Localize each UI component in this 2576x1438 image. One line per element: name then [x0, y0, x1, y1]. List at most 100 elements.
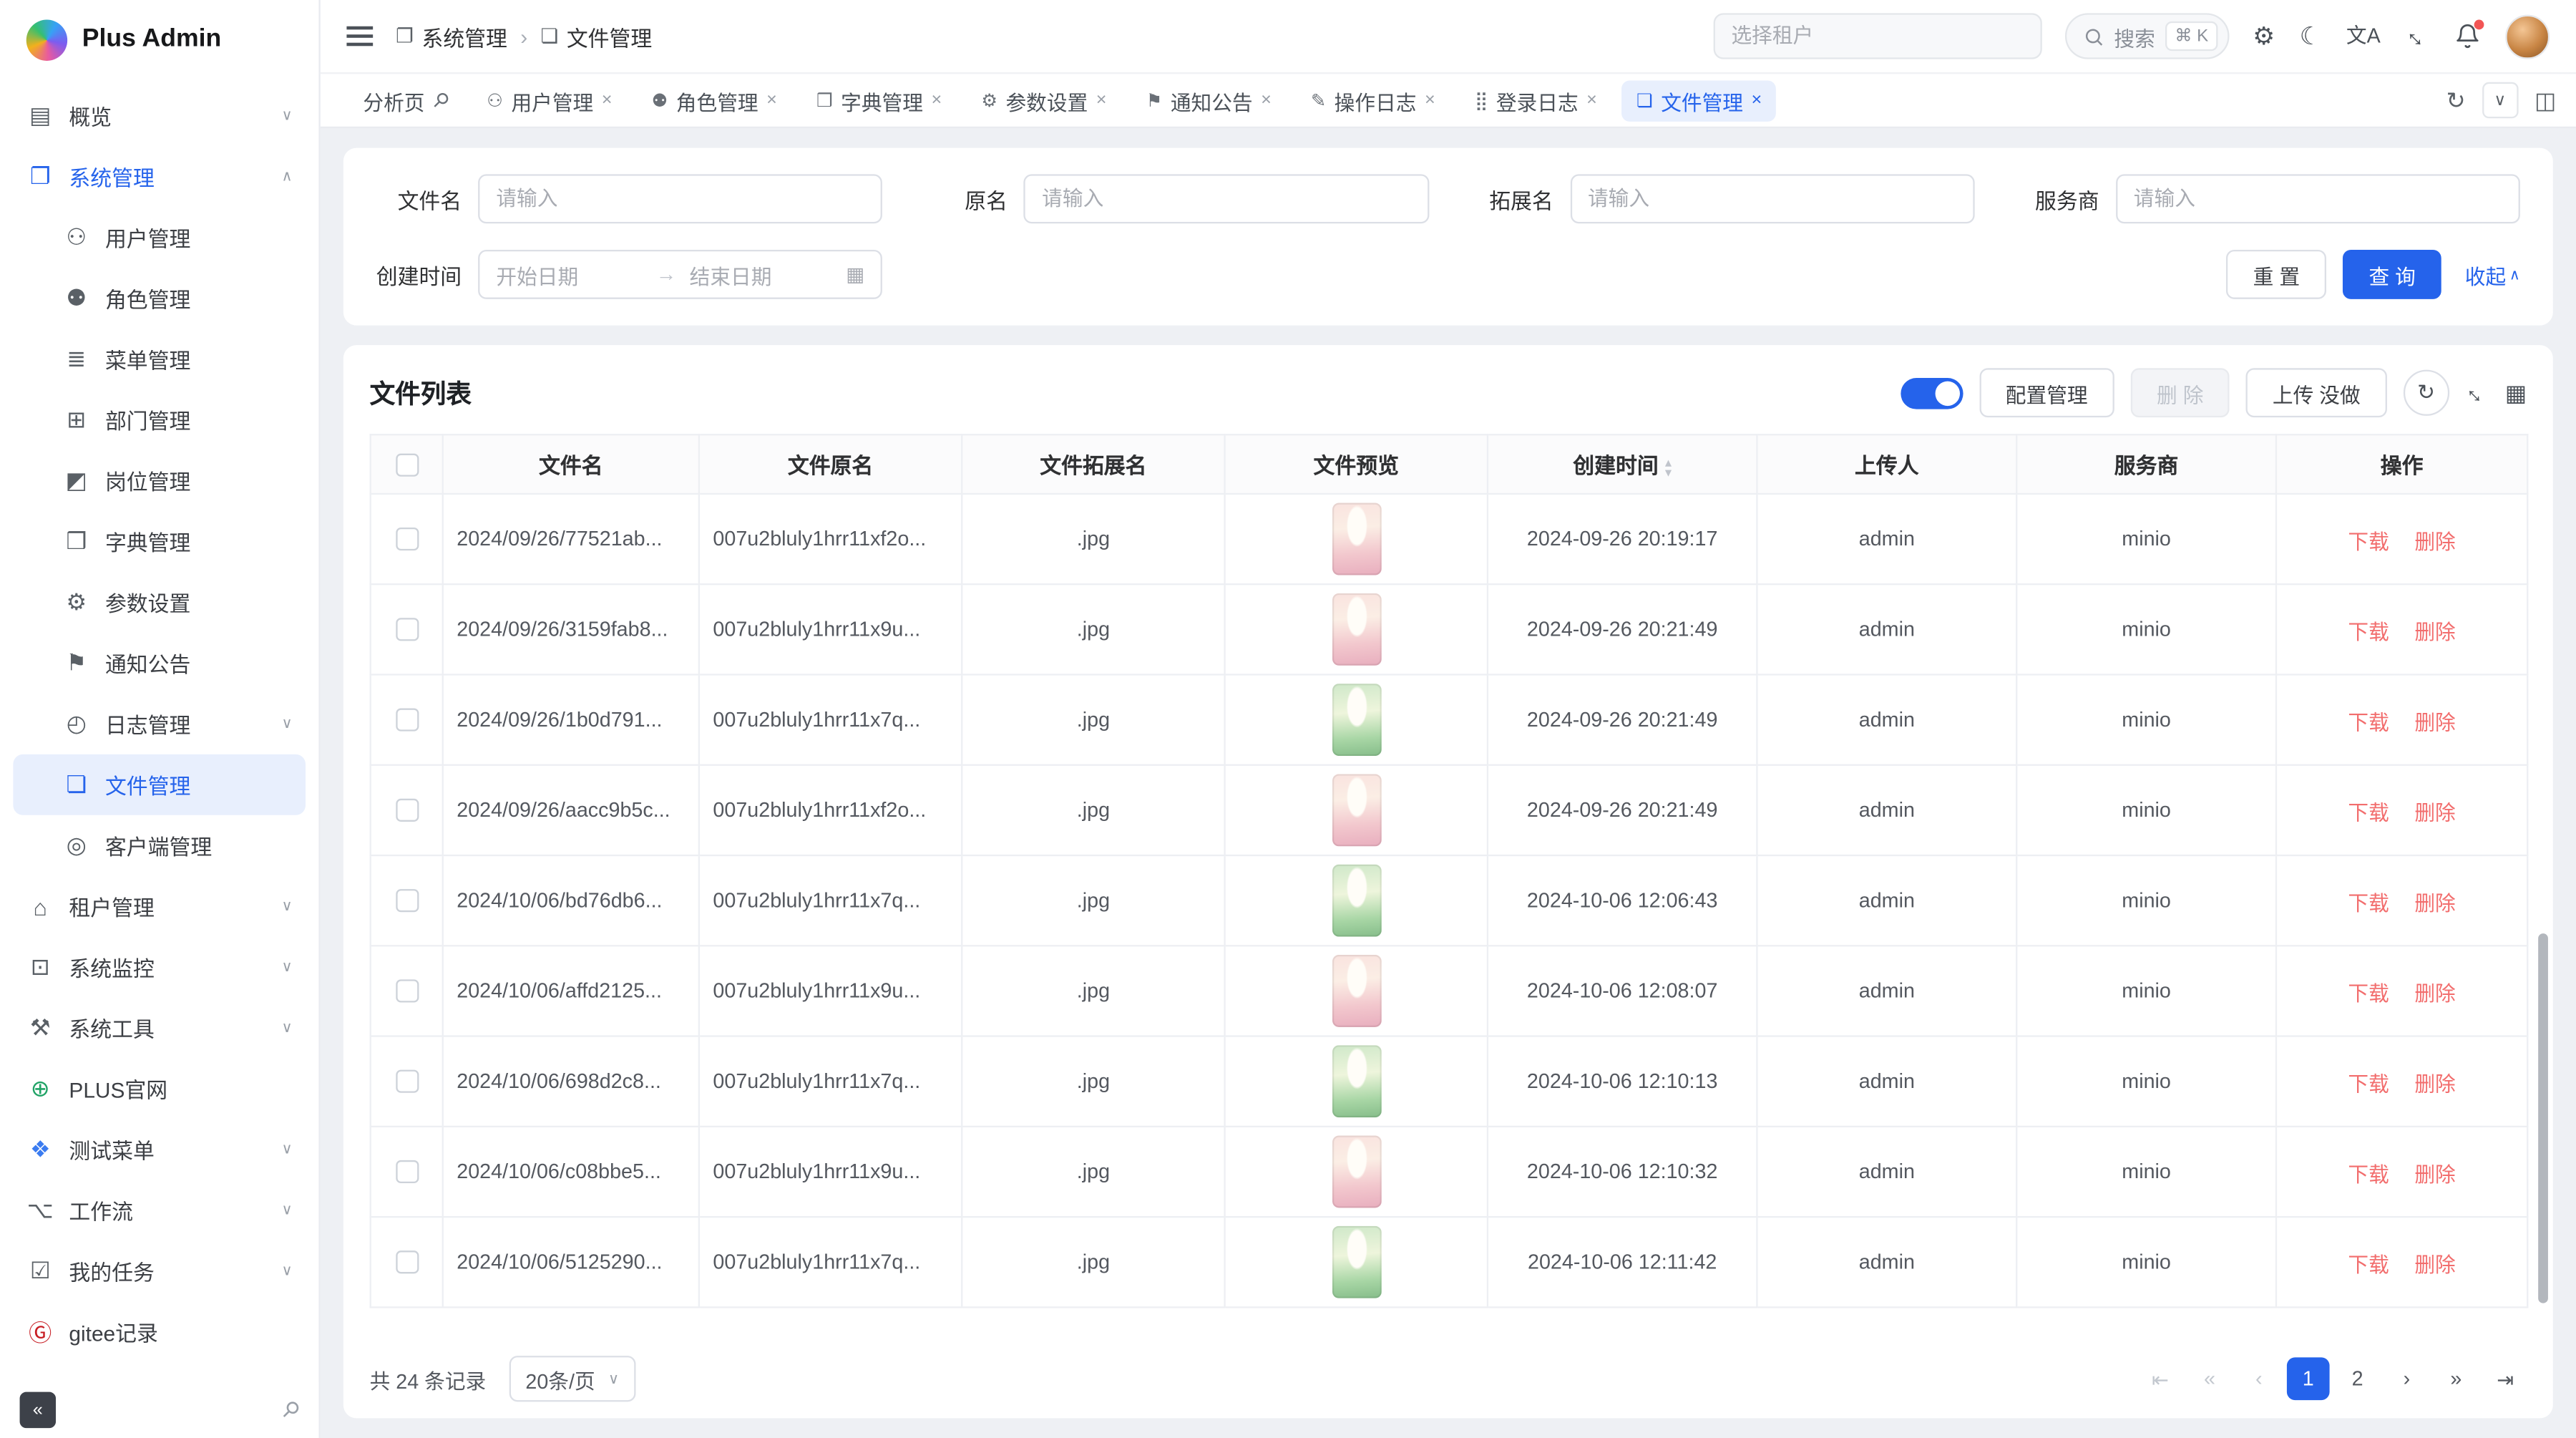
refresh-icon[interactable]: ↻: [2446, 87, 2466, 115]
delete-link[interactable]: 删除: [2414, 801, 2455, 824]
next-group-button[interactable]: »: [2435, 1357, 2478, 1400]
translate-icon[interactable]: 文A: [2346, 26, 2381, 47]
sidebar-item[interactable]: ⚙ 参数设置: [13, 572, 306, 633]
row-checkbox[interactable]: [395, 528, 418, 551]
row-checkbox[interactable]: [395, 709, 418, 732]
sidebar-item[interactable]: ❐ 系统管理 ∧: [13, 146, 306, 207]
select-all-checkbox[interactable]: [395, 454, 418, 477]
row-checkbox[interactable]: [395, 1070, 418, 1093]
download-link[interactable]: 下载: [2348, 1253, 2389, 1276]
delete-button[interactable]: 删 除: [2130, 368, 2230, 417]
dark-mode-moon-icon[interactable]: ☾: [2300, 24, 2322, 48]
global-search-button[interactable]: 搜索 ⌘ K: [2065, 13, 2230, 59]
prev-page-button[interactable]: ‹: [2238, 1357, 2280, 1400]
tab[interactable]: ❏ 文件管理 ⚲ ×: [1621, 79, 1777, 120]
file-preview-thumbnail[interactable]: [1332, 1045, 1381, 1117]
sidebar-item[interactable]: ❏ 文件管理: [13, 754, 306, 815]
sidebar-item[interactable]: ❖ 测试菜单 ∨: [13, 1119, 306, 1180]
delete-link[interactable]: 删除: [2414, 530, 2455, 553]
sidebar-item[interactable]: ⊡ 系统监控 ∨: [13, 937, 306, 998]
tab[interactable]: ✎ 操作日志 ⚲ ×: [1296, 79, 1450, 120]
tab-pin-icon[interactable]: ⚲: [427, 87, 454, 114]
tenant-select[interactable]: [1713, 13, 2041, 59]
sidebar-pin-icon[interactable]: ⚲: [276, 1395, 306, 1424]
download-link[interactable]: 下载: [2348, 530, 2389, 553]
delete-link[interactable]: 删除: [2414, 892, 2455, 915]
sidebar-item[interactable]: ▤ 概览 ∨: [13, 85, 306, 146]
file-preview-thumbnail[interactable]: [1332, 503, 1381, 575]
tab-close-icon[interactable]: ×: [766, 90, 777, 110]
file-preview-thumbnail[interactable]: [1332, 1226, 1381, 1298]
download-link[interactable]: 下载: [2348, 621, 2389, 643]
sidebar-item[interactable]: ❒ 字典管理: [13, 511, 306, 572]
file-preview-thumbnail[interactable]: [1332, 684, 1381, 756]
notifications-bell-icon[interactable]: [2454, 23, 2481, 49]
tab[interactable]: ⚉ 角色管理 ⚲ ×: [637, 79, 792, 120]
table-scrollbar[interactable]: [2538, 933, 2548, 1303]
row-checkbox[interactable]: [395, 1251, 418, 1274]
tab-close-icon[interactable]: ×: [1425, 90, 1435, 110]
tab-close-icon[interactable]: ×: [1586, 90, 1597, 110]
download-link[interactable]: 下载: [2348, 982, 2389, 1005]
sidebar-item[interactable]: ◎ 客户端管理: [13, 815, 306, 876]
tab-close-icon[interactable]: ×: [931, 90, 942, 110]
download-link[interactable]: 下载: [2348, 711, 2389, 734]
download-link[interactable]: 下载: [2348, 801, 2389, 824]
row-checkbox[interactable]: [395, 980, 418, 1003]
fullscreen-icon[interactable]: ↔: [2459, 375, 2494, 410]
delete-link[interactable]: 删除: [2414, 621, 2455, 643]
tab-close-icon[interactable]: ×: [1752, 90, 1762, 110]
page-number-button[interactable]: 1: [2287, 1357, 2330, 1400]
refresh-icon[interactable]: ↻: [2403, 370, 2449, 416]
row-checkbox[interactable]: [395, 800, 418, 822]
user-avatar[interactable]: [2505, 14, 2550, 59]
tab-close-icon[interactable]: ×: [602, 90, 613, 110]
next-page-button[interactable]: ›: [2386, 1357, 2429, 1400]
search-button[interactable]: 查 询: [2343, 250, 2442, 299]
row-checkbox[interactable]: [395, 1161, 418, 1184]
config-toggle[interactable]: [1901, 377, 1963, 409]
fullscreen-icon[interactable]: ↔: [2400, 19, 2435, 54]
tab-close-icon[interactable]: ×: [1261, 90, 1272, 110]
column-settings-icon[interactable]: ▦: [2505, 379, 2527, 407]
delete-link[interactable]: 删除: [2414, 711, 2455, 734]
menu-toggle-button[interactable]: [346, 26, 373, 47]
sidebar-item[interactable]: ☑ 我的任务 ∨: [13, 1240, 306, 1301]
sidebar-item[interactable]: Ⓖ gitee记录: [13, 1301, 306, 1362]
filter-field-input[interactable]: [478, 174, 882, 223]
delete-link[interactable]: 删除: [2414, 1162, 2455, 1185]
delete-link[interactable]: 删除: [2414, 1072, 2455, 1095]
prev-group-button[interactable]: «: [2188, 1357, 2231, 1400]
sort-control[interactable]: ▴▾: [1665, 458, 1672, 478]
tab-options-chevron-icon[interactable]: ∨: [2482, 82, 2519, 119]
tab[interactable]: ⣿ 登录日志 ⚲ ×: [1460, 79, 1611, 120]
config-manage-button[interactable]: 配置管理: [1979, 368, 2114, 417]
tab[interactable]: ⚑ 通知公告 ⚲ ×: [1131, 79, 1287, 120]
delete-link[interactable]: 删除: [2414, 1253, 2455, 1276]
sidebar-item[interactable]: ◩ 岗位管理: [13, 450, 306, 511]
sidebar-item[interactable]: ⚉ 角色管理: [13, 268, 306, 329]
upload-button[interactable]: 上传 没做: [2246, 368, 2386, 417]
file-preview-thumbnail[interactable]: [1332, 1135, 1381, 1208]
sidebar-item[interactable]: ⊞ 部门管理: [13, 389, 306, 450]
collapse-sidebar-button[interactable]: «: [20, 1392, 57, 1429]
tab[interactable]: ⚇ 用户管理 ⚲ ×: [472, 79, 628, 120]
download-link[interactable]: 下载: [2348, 1162, 2389, 1185]
sidebar-item[interactable]: ⚒ 系统工具 ∨: [13, 998, 306, 1059]
tab[interactable]: 分析页 ⚲ ×: [340, 79, 462, 120]
sidebar-item[interactable]: ◴ 日志管理 ∨: [13, 694, 306, 754]
file-preview-thumbnail[interactable]: [1332, 774, 1381, 846]
reset-button[interactable]: 重 置: [2227, 250, 2326, 299]
breadcrumb-item[interactable]: ❏ 文件管理: [541, 21, 653, 52]
sidebar-item[interactable]: ⚑ 通知公告: [13, 633, 306, 694]
sidebar-item[interactable]: ⌂ 租户管理 ∨: [13, 876, 306, 937]
first-page-button[interactable]: ⇤: [2139, 1357, 2182, 1400]
page-number-button[interactable]: 2: [2336, 1357, 2379, 1400]
breadcrumb-item[interactable]: ❐ 系统管理: [396, 21, 507, 52]
delete-link[interactable]: 删除: [2414, 982, 2455, 1005]
settings-gear-icon[interactable]: ⚙: [2253, 24, 2275, 48]
filter-field-input[interactable]: [1570, 174, 1974, 223]
page-size-select[interactable]: 20条/页 ∨: [509, 1356, 635, 1401]
tab[interactable]: ⚙ 参数设置 ⚲ ×: [967, 79, 1122, 120]
row-checkbox[interactable]: [395, 618, 418, 641]
